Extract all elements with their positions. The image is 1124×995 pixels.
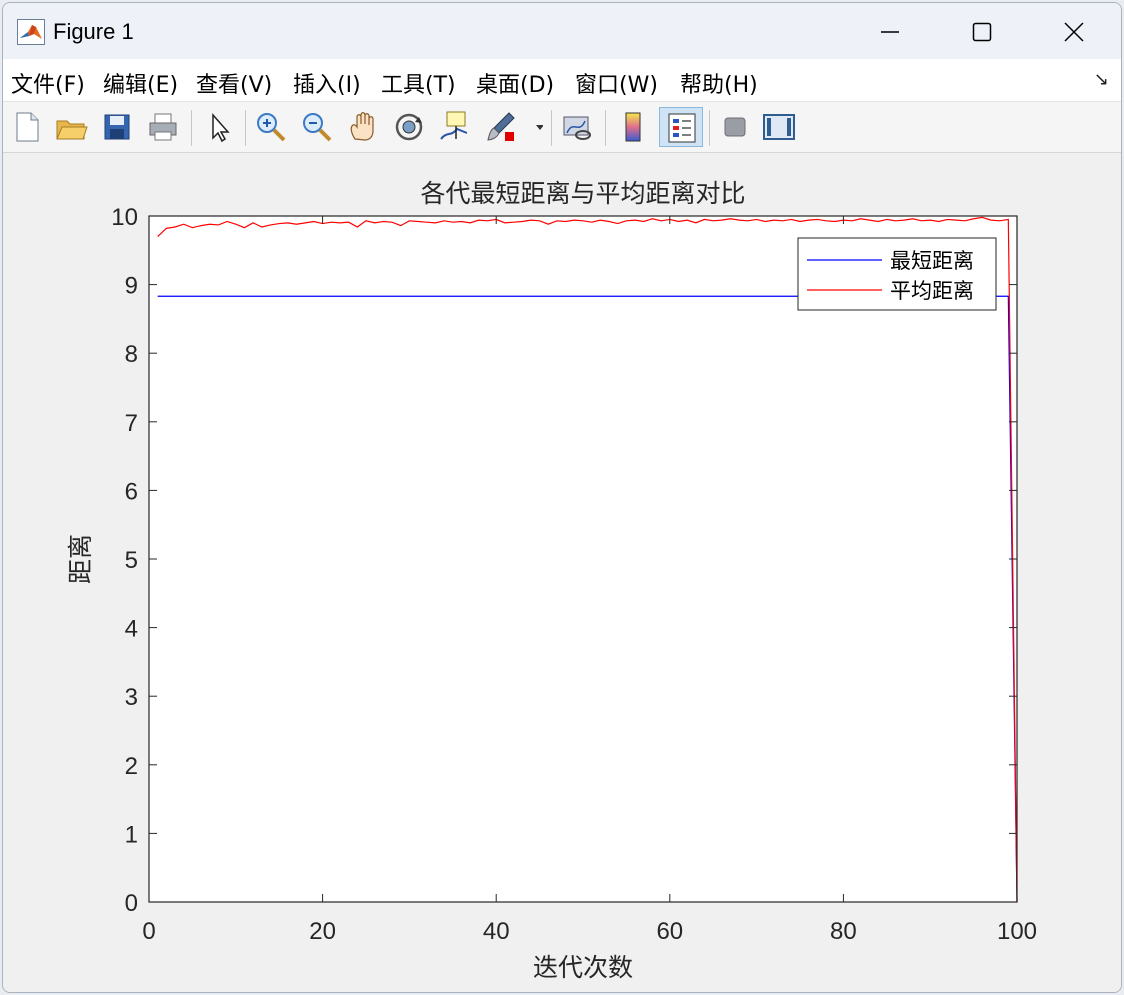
pan-hand-icon[interactable] — [345, 109, 381, 145]
toolbar-separator — [709, 110, 710, 146]
menu-window[interactable]: 窗口(W) — [575, 67, 658, 99]
menu-bar: 文件(F) 编辑(E) 查看(V) 插入(I) 工具(T) 桌面(D) 窗口(W… — [3, 59, 1121, 102]
y-tick-label: 2 — [125, 753, 138, 780]
show-plot-tools-icon[interactable] — [761, 109, 797, 145]
brush-icon[interactable] — [483, 109, 519, 145]
zoom-out-icon[interactable] — [299, 109, 335, 145]
legend-icon[interactable] — [659, 107, 703, 147]
x-tick-label: 80 — [830, 918, 857, 945]
hide-plot-tools-icon[interactable] — [717, 109, 753, 145]
window-title: Figure 1 — [53, 19, 134, 44]
y-tick-label: 8 — [125, 341, 138, 368]
figure-window: Figure 1 文件(F) 编辑(E) 查看(V) 插入(I) 工具(T) 桌… — [2, 2, 1122, 993]
chart-title: 各代最短距离与平均距离对比 — [420, 179, 745, 208]
x-tick-label: 0 — [142, 918, 155, 945]
menu-edit[interactable]: 编辑(E) — [103, 67, 178, 99]
x-tick-label: 60 — [656, 918, 683, 945]
y-tick-label: 10 — [111, 204, 138, 231]
y-tick-label: 1 — [125, 821, 138, 848]
minimize-icon — [881, 31, 899, 33]
toolbar-separator — [605, 110, 606, 146]
y-tick-label: 0 — [125, 890, 138, 917]
close-icon — [1064, 22, 1084, 42]
matlab-logo-icon — [17, 19, 45, 45]
toolbar-separator — [191, 110, 192, 146]
legend-label: 最短距离 — [890, 249, 974, 273]
minimize-button[interactable] — [843, 3, 935, 59]
toolbar-separator — [245, 110, 246, 146]
y-tick-label: 6 — [125, 478, 138, 505]
y-axis-label: 距离 — [66, 534, 95, 584]
close-button[interactable] — [1027, 3, 1119, 59]
plot-area — [149, 216, 1017, 902]
figure-toolbar — [3, 102, 1121, 153]
brush-dropdown-icon[interactable] — [523, 109, 543, 145]
figure-canvas: 0 20 40 60 80 100 0 1 2 3 4 5 6 7 8 9 10 各代最短距离与平均距离对比 迭代次… — [3, 153, 1121, 992]
x-axis-label: 迭代次数 — [533, 953, 633, 982]
menu-help[interactable]: 帮助(H) — [680, 67, 758, 99]
legend-label: 平均距离 — [890, 279, 974, 303]
menu-file[interactable]: 文件(F) — [11, 67, 85, 99]
maximize-button[interactable] — [935, 3, 1027, 59]
save-icon[interactable] — [99, 109, 135, 145]
print-icon[interactable] — [145, 109, 181, 145]
link-plot-icon[interactable] — [559, 109, 595, 145]
y-tick-label: 5 — [125, 547, 138, 574]
y-tick-label: 7 — [125, 410, 138, 437]
new-file-icon[interactable] — [9, 109, 45, 145]
menu-insert[interactable]: 插入(I) — [293, 67, 361, 99]
menu-desktop[interactable]: 桌面(D) — [476, 67, 554, 99]
colorbar-icon[interactable] — [615, 109, 651, 145]
x-tick-label: 40 — [483, 918, 510, 945]
dock-arrow-icon[interactable]: ↘ — [1094, 69, 1109, 90]
y-tick-label: 3 — [125, 684, 138, 711]
open-folder-icon[interactable] — [53, 109, 89, 145]
toolbar-separator — [551, 110, 552, 146]
rotate-3d-icon[interactable] — [391, 109, 427, 145]
menu-tools[interactable]: 工具(T) — [381, 67, 456, 99]
menu-view[interactable]: 查看(V) — [196, 67, 272, 99]
maximize-icon — [972, 22, 992, 42]
zoom-in-icon[interactable] — [253, 109, 289, 145]
data-cursor-icon[interactable] — [437, 109, 473, 145]
pointer-icon[interactable] — [201, 109, 237, 145]
y-tick-label: 4 — [125, 616, 138, 643]
x-tick-label: 20 — [309, 918, 336, 945]
y-tick-label: 9 — [125, 273, 138, 300]
title-bar[interactable]: Figure 1 — [3, 3, 1121, 59]
line-chart: 0 20 40 60 80 100 0 1 2 3 4 5 6 7 8 9 10 各代最短距离与平均距离对比迭代次… — [66, 179, 1037, 982]
x-tick-label: 100 — [997, 918, 1037, 945]
